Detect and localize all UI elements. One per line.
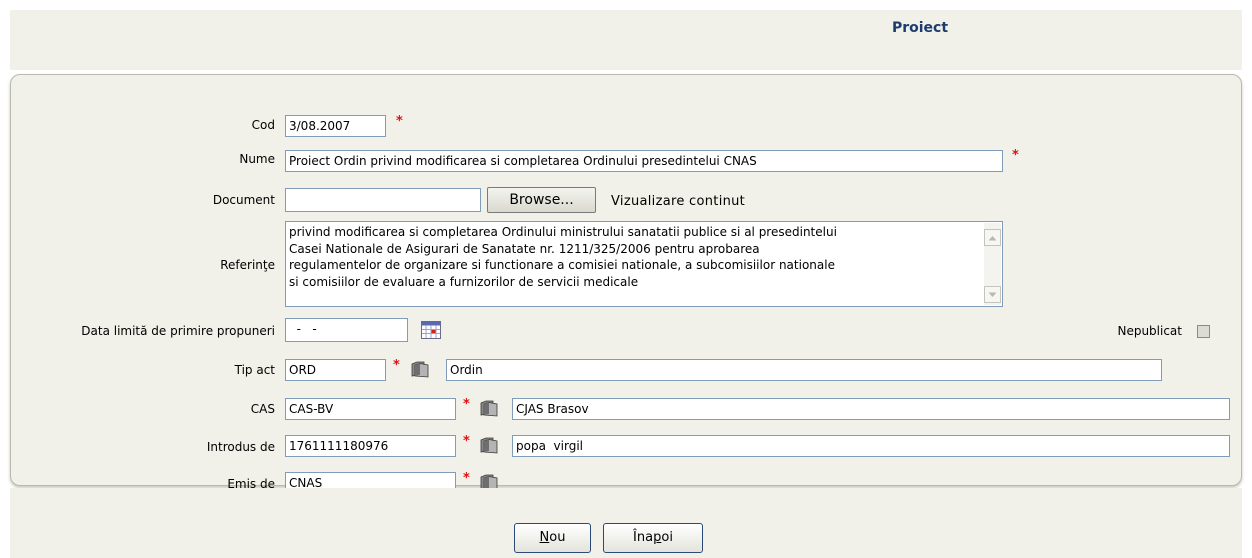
nepublicat-label: Nepublicat <box>1117 324 1182 338</box>
introdus-de-label: Introdus de <box>206 440 275 454</box>
nou-rest: ou <box>549 530 566 545</box>
document-label: Document <box>212 193 275 207</box>
cas-code-input[interactable]: CAS-BV <box>285 398 456 420</box>
nou-button[interactable]: Nou <box>514 523 591 553</box>
nou-accel: N <box>539 530 550 545</box>
vizualizare-continut-link[interactable]: Vizualizare continut <box>611 192 745 212</box>
referinte-label: Referinţe <box>220 258 275 272</box>
nume-required-mark: * <box>1012 148 1019 163</box>
folder-icon[interactable] <box>480 437 498 454</box>
referinte-line: Casei Nationale de Asigurari de Sanatate… <box>289 241 760 256</box>
calendar-icon[interactable] <box>421 321 441 339</box>
header-bar <box>10 10 1242 70</box>
introdus-de-code-input[interactable]: 1761111180976 <box>285 435 456 457</box>
cod-required-mark: * <box>396 114 403 129</box>
browse-button[interactable]: Browse... <box>487 187 596 213</box>
emis-de-required-mark: * <box>463 471 470 486</box>
folder-icon[interactable] <box>411 361 429 378</box>
inapoi-rest: oi <box>661 530 673 545</box>
referinte-line: si comisiilor de evaluare a furnizorilor… <box>289 274 639 289</box>
document-file-input[interactable] <box>285 188 481 212</box>
inapoi-button[interactable]: Înapoi <box>603 523 703 553</box>
nume-label: Nume <box>239 152 275 166</box>
referinte-scrollbar[interactable] <box>984 223 1001 305</box>
cas-label: CAS <box>250 402 275 416</box>
tip-act-label: Tip act <box>234 363 275 377</box>
tip-act-required-mark: * <box>393 358 400 373</box>
data-limita-label: Data limită de primire propuneri <box>81 324 275 338</box>
inapoi-pre: Îna <box>633 530 654 545</box>
referinte-textarea[interactable]: privind modificarea si completarea Ordin… <box>285 221 1003 307</box>
cod-input[interactable]: 3/08.2007 <box>285 115 386 137</box>
cas-name-input[interactable]: CJAS Brasov <box>512 398 1230 420</box>
folder-icon[interactable] <box>480 400 498 417</box>
nume-input[interactable]: Proiect Ordin privind modificarea si com… <box>285 150 1003 172</box>
referinte-line: privind modificarea si completarea Ordin… <box>289 225 837 239</box>
tip-act-code-input[interactable]: ORD <box>285 359 386 381</box>
referinte-line: regulamentelor de organizare si function… <box>289 258 835 272</box>
arrow-up-icon[interactable] <box>984 229 1001 246</box>
introdus-de-name-input[interactable]: popa virgil <box>512 435 1230 457</box>
introdus-de-required-mark: * <box>463 434 470 449</box>
cas-required-mark: * <box>463 397 470 412</box>
referinte-text: privind modificarea si completarea Ordin… <box>289 224 969 290</box>
cod-label: Cod <box>251 118 275 132</box>
data-limita-input[interactable]: - - <box>285 318 408 342</box>
nepublicat-checkbox[interactable] <box>1197 325 1210 338</box>
arrow-down-icon[interactable] <box>984 286 1001 303</box>
tip-act-name-input[interactable]: Ordin <box>446 359 1162 381</box>
page-title: Proiect <box>891 20 949 36</box>
